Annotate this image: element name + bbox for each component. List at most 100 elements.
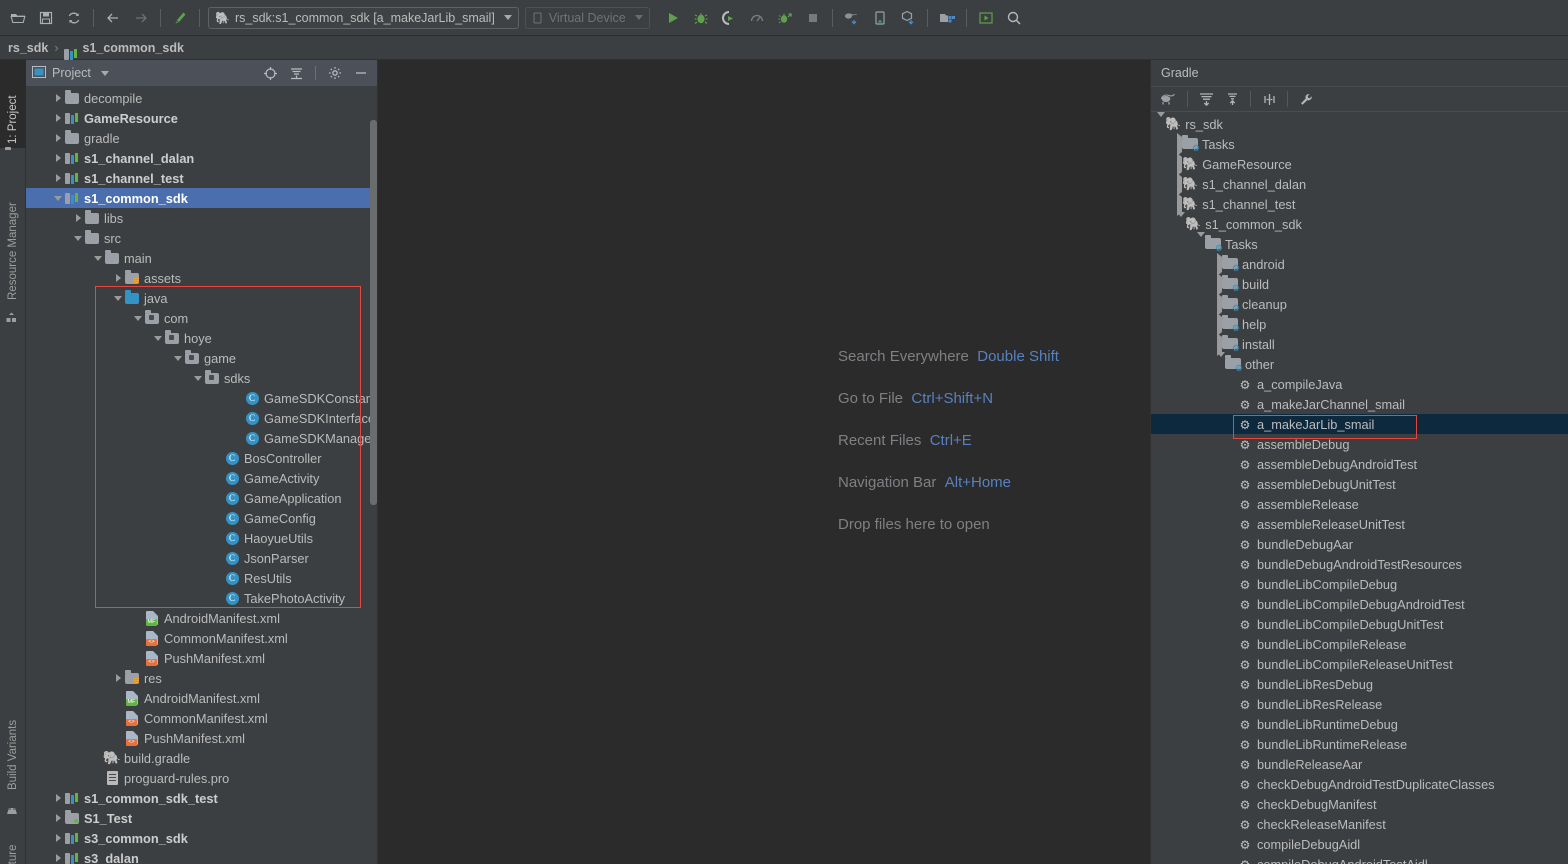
gradle-tree-row[interactable]: ⚙ checkReleaseManifest [1151, 814, 1568, 834]
chevron-right-icon[interactable] [112, 672, 124, 684]
project-tree-row[interactable]: decompile [26, 88, 377, 108]
gradle-tree-row[interactable]: ⚙ assembleReleaseUnitTest [1151, 514, 1568, 534]
chevron-down-icon[interactable] [152, 332, 164, 344]
gradle-tree-row[interactable]: cleanup [1151, 294, 1568, 314]
project-tree-row[interactable]: com [26, 308, 377, 328]
save-all-icon[interactable] [33, 5, 59, 31]
reload-gradle-project-icon[interactable] [1157, 88, 1181, 110]
project-tree-row[interactable]: sdks [26, 368, 377, 388]
breadcrumb-current-item[interactable]: s1_common_sdk [64, 41, 183, 55]
gradle-tree[interactable]: 🐘rs_sdkTasks🐘GameResource🐘s1_channel_dal… [1151, 112, 1568, 864]
gradle-tree-row[interactable]: ⚙ compileDebugAidl [1151, 834, 1568, 854]
gradle-tree-row[interactable]: ⚙ bundleLibRuntimeRelease [1151, 734, 1568, 754]
chevron-right-icon[interactable] [52, 112, 64, 124]
navigate-forward-icon[interactable] [128, 5, 154, 31]
project-tree-row[interactable]: s1_common_sdk [26, 188, 377, 208]
project-tree-row[interactable]: C BosController [26, 448, 377, 468]
project-tree-row[interactable]: <> CommonManifest.xml [26, 708, 377, 728]
project-tree-row[interactable]: libs [26, 208, 377, 228]
toggle-offline-mode-icon[interactable] [1257, 88, 1281, 110]
project-tree-row[interactable]: src [26, 228, 377, 248]
chevron-right-icon[interactable] [52, 172, 64, 184]
project-tree-row[interactable]: C GameApplication [26, 488, 377, 508]
chevron-right-icon[interactable] [112, 272, 124, 284]
editor-area[interactable]: Search Everywhere Double Shift Go to File… [378, 60, 1150, 864]
collapse-all-icon[interactable] [286, 63, 306, 83]
breadcrumb-root[interactable]: rs_sdk [8, 41, 48, 55]
gradle-tree-row[interactable]: 🐘 s1_channel_dalan [1151, 174, 1568, 194]
gradle-tree-row[interactable]: ⚙ bundleLibResDebug [1151, 674, 1568, 694]
chevron-down-icon[interactable] [92, 252, 104, 264]
sdk-manager-icon[interactable] [895, 5, 921, 31]
sync-project-icon[interactable] [61, 5, 87, 31]
sidebar-item-project[interactable]: 1: Project [0, 60, 26, 148]
project-tree-row[interactable]: S1_Test [26, 808, 377, 828]
gradle-tree-row[interactable]: ⚙ a_compileJava [1151, 374, 1568, 394]
chevron-down-icon[interactable] [1157, 117, 1165, 132]
gradle-tree-row[interactable]: ⚙ bundleDebugAar [1151, 534, 1568, 554]
chevron-down-icon[interactable] [112, 292, 124, 304]
project-tree-row[interactable]: <> PushManifest.xml [26, 648, 377, 668]
project-tree-row[interactable]: s3_dalan [26, 848, 377, 864]
hide-panel-icon[interactable] [351, 63, 371, 83]
project-tree-row[interactable]: s1_channel_dalan [26, 148, 377, 168]
chevron-right-icon[interactable] [52, 792, 64, 804]
chevron-down-icon[interactable] [172, 352, 184, 364]
gradle-tree-row[interactable]: ⚙ bundleLibCompileDebug [1151, 574, 1568, 594]
expand-all-icon[interactable] [1194, 88, 1218, 110]
project-structure-icon[interactable] [934, 5, 960, 31]
project-tree-row[interactable]: main [26, 248, 377, 268]
chevron-down-icon[interactable] [1217, 357, 1225, 372]
gradle-tree-row[interactable]: ⚙ compileDebugAndroidTestAidl [1151, 854, 1568, 864]
gradle-tree-row[interactable]: ⚙ bundleLibResRelease [1151, 694, 1568, 714]
gradle-tree-row[interactable]: ⚙ assembleDebugAndroidTest [1151, 454, 1568, 474]
gradle-tree-row[interactable]: Tasks [1151, 234, 1568, 254]
collapse-all-icon-gradle[interactable] [1220, 88, 1244, 110]
chevron-right-icon[interactable] [52, 92, 64, 104]
sync-gradle-icon[interactable] [839, 5, 865, 31]
project-tree-row[interactable]: hoye [26, 328, 377, 348]
gradle-tree-row[interactable]: ⚙ assembleRelease [1151, 494, 1568, 514]
avd-manager-icon[interactable] [867, 5, 893, 31]
gradle-tree-row[interactable]: ⚙ bundleLibRuntimeDebug [1151, 714, 1568, 734]
project-tree-row[interactable]: C GameSDKConstants [26, 388, 377, 408]
sidebar-item-structure[interactable]: 7: Structure [0, 828, 26, 864]
chevron-down-icon[interactable] [52, 192, 64, 204]
attach-debugger-button[interactable] [772, 5, 798, 31]
chevron-right-icon[interactable] [52, 812, 64, 824]
chevron-down-icon[interactable] [192, 372, 204, 384]
sidebar-item-resource-manager[interactable]: Resource Manager [0, 172, 26, 304]
chevron-down-icon[interactable] [1177, 217, 1185, 232]
navigate-back-icon[interactable] [100, 5, 126, 31]
chevron-right-icon[interactable] [52, 832, 64, 844]
project-tree-row[interactable]: C GameSDKManager [26, 428, 377, 448]
project-tree-row[interactable]: <> PushManifest.xml [26, 728, 377, 748]
chevron-down-icon[interactable] [1197, 237, 1205, 252]
gradle-tree-row[interactable]: ⚙ bundleLibCompileDebugUnitTest [1151, 614, 1568, 634]
gear-icon[interactable] [325, 63, 345, 83]
project-tree-row[interactable]: gradle [26, 128, 377, 148]
gradle-tree-row[interactable]: ⚙ bundleLibCompileRelease [1151, 634, 1568, 654]
project-tree-row[interactable]: MF AndroidManifest.xml [26, 688, 377, 708]
gradle-tree-row[interactable]: ⚙ assembleDebugUnitTest [1151, 474, 1568, 494]
gradle-tree-row[interactable]: ⚙ bundleReleaseAar [1151, 754, 1568, 774]
project-tree-row[interactable]: C ResUtils [26, 568, 377, 588]
gradle-tree-row[interactable]: other [1151, 354, 1568, 374]
run-coverage-button[interactable] [716, 5, 742, 31]
gradle-tree-row[interactable]: 🐘 s1_channel_test [1151, 194, 1568, 214]
project-tree-row[interactable]: assets [26, 268, 377, 288]
gradle-tree-row[interactable]: android [1151, 254, 1568, 274]
stop-button[interactable] [800, 5, 826, 31]
project-tree-row[interactable]: java [26, 288, 377, 308]
chevron-down-icon[interactable] [72, 232, 84, 244]
project-tree-row[interactable]: s1_channel_test [26, 168, 377, 188]
chevron-down-icon-project[interactable] [100, 70, 109, 76]
project-tree-row[interactable]: C TakePhotoActivity [26, 588, 377, 608]
run-configuration-selector[interactable]: 🐘 rs_sdk:s1_common_sdk [a_makeJarLib_sma… [208, 6, 519, 29]
project-scrollbar[interactable] [370, 120, 377, 505]
project-tree-row[interactable]: <> CommonManifest.xml [26, 628, 377, 648]
select-opened-file-icon[interactable] [260, 63, 280, 83]
project-tree-row[interactable]: C GameSDKInterface [26, 408, 377, 428]
gradle-tree-row[interactable]: ⚙ bundleLibCompileReleaseUnitTest [1151, 654, 1568, 674]
project-tree-row[interactable]: C HaoyueUtils [26, 528, 377, 548]
